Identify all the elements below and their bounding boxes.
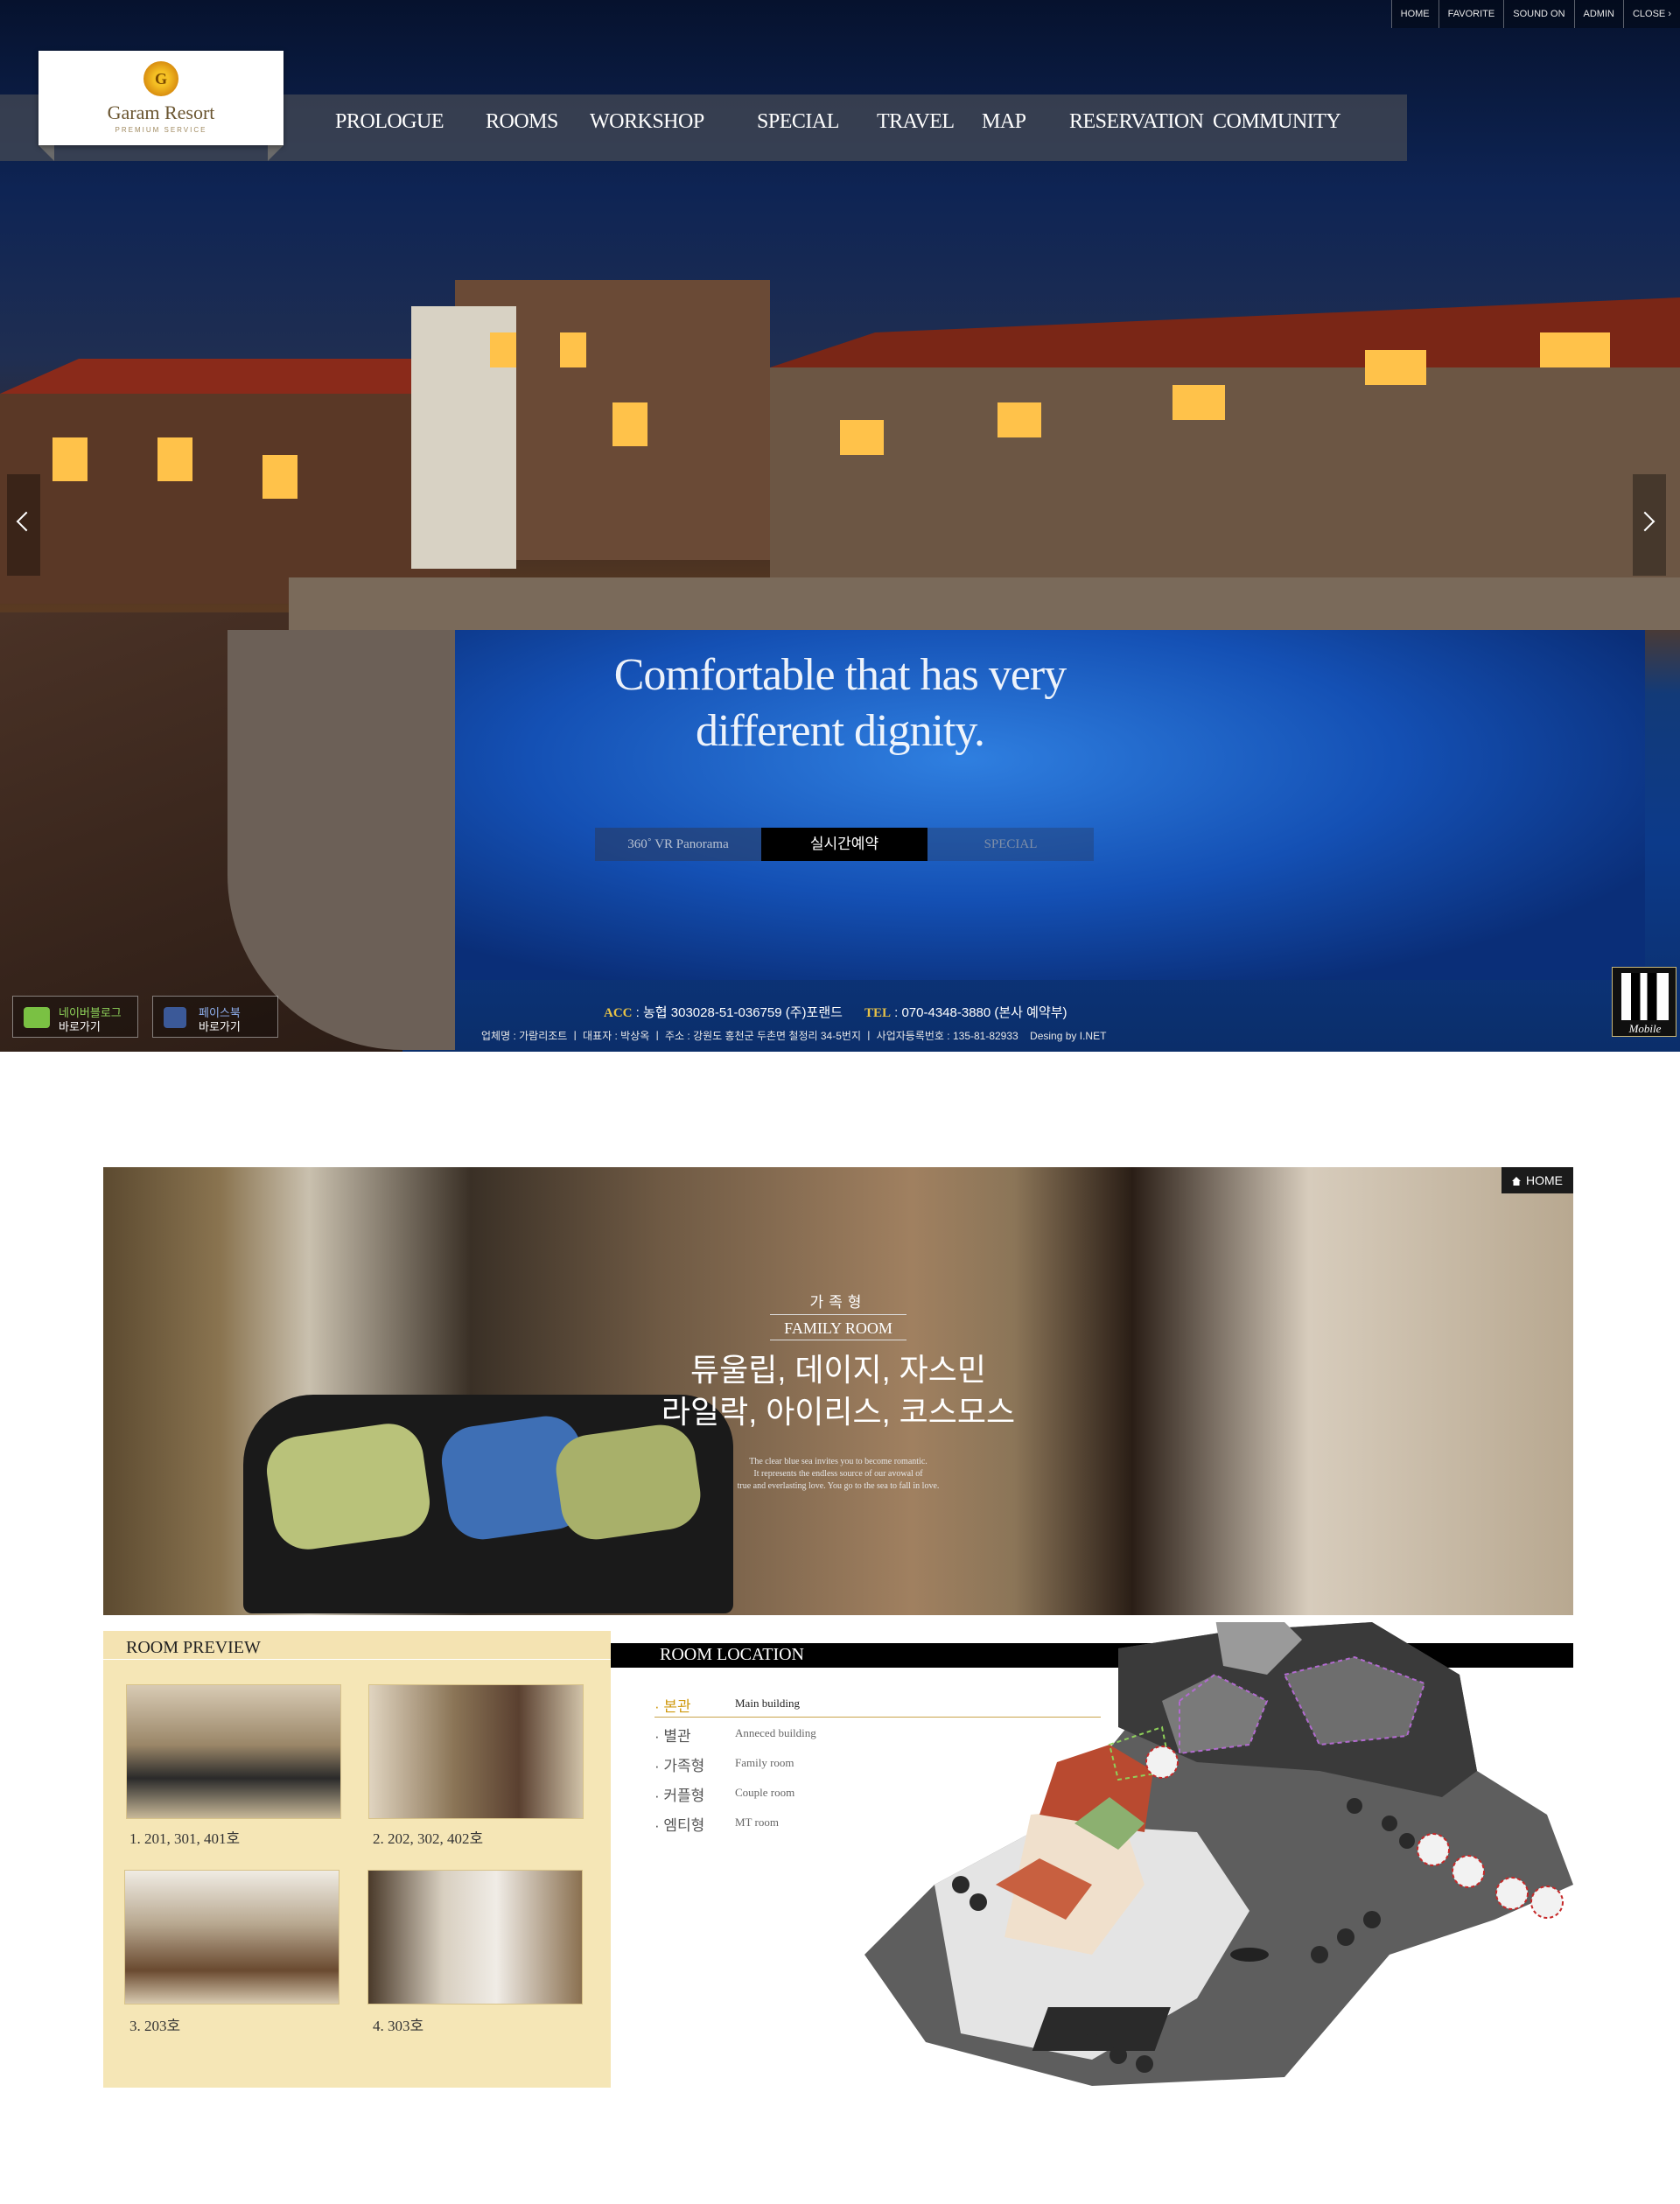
- room-kind-label: 가족형: [809, 1294, 867, 1311]
- nav-workshop[interactable]: WORKSHOP: [590, 110, 704, 134]
- logo-name: Garam Resort: [107, 101, 215, 123]
- slide-prev-button[interactable]: [7, 474, 40, 576]
- util-sound-toggle[interactable]: SOUND ON: [1503, 0, 1573, 28]
- location-item-en: Couple room: [735, 1786, 795, 1799]
- hero-buttons: 360˚ VR Panorama 실시간예약 SPECIAL: [595, 828, 1094, 861]
- qr-code-icon: [1621, 973, 1669, 1020]
- facebook-icon: [164, 1007, 186, 1028]
- sunflower-logo-icon: G: [144, 61, 178, 96]
- room-thumb-4[interactable]: [368, 1870, 583, 2005]
- company-info-text: 업체명 : 가람리조트 ㅣ 대표자 : 박상옥 ㅣ 주소 : 강원도 홍천군 두…: [481, 1030, 1018, 1042]
- util-home-link[interactable]: HOME: [1390, 0, 1438, 28]
- site-logo[interactable]: G Garam Resort PREMIUM SERVICE: [38, 51, 284, 145]
- facebook-go-label: 바로가기: [199, 1020, 241, 1033]
- blog-icon: [24, 1007, 50, 1028]
- nav-reservation[interactable]: RESERVATION: [1069, 110, 1204, 134]
- location-item-en: Family room: [735, 1756, 794, 1769]
- location-item-ko: · 별관: [654, 1728, 691, 1745]
- tel-label: TEL: [864, 1006, 891, 1020]
- special-button[interactable]: SPECIAL: [928, 828, 1094, 861]
- location-item-en: Main building: [735, 1697, 801, 1710]
- hero-headline: Comfortable that has very different dign…: [490, 647, 1190, 759]
- nav-map[interactable]: MAP: [982, 110, 1026, 134]
- location-item-en: MT room: [735, 1816, 779, 1829]
- room-type-label: FAMILY ROOM: [770, 1314, 906, 1340]
- room-preview-title: ROOM PREVIEW: [126, 1638, 261, 1657]
- room-preview-panel: ROOM PREVIEW 1. 201, 301, 401호 2. 202, 3…: [103, 1631, 611, 2088]
- qr-label: Mobile: [1628, 1022, 1662, 1035]
- room-thumb-1[interactable]: [126, 1684, 341, 1819]
- nav-special[interactable]: SPECIAL: [757, 110, 839, 134]
- chevron-right-icon: [1634, 511, 1656, 532]
- nav-travel[interactable]: TRAVEL: [877, 110, 955, 134]
- slide-next-button[interactable]: [1633, 474, 1666, 576]
- naver-blog-link[interactable]: 네이버블로그 바로가기: [12, 996, 138, 1038]
- room-preview-header: ROOM PREVIEW: [103, 1631, 611, 1659]
- logo-ribbon-left: [38, 145, 54, 161]
- location-item-ko: · 본관: [654, 1698, 691, 1715]
- hero-section: HOME FAVORITE SOUND ON ADMIN CLOSE › G G…: [0, 0, 1680, 1052]
- room-thumb-label-3: 3. 203호: [130, 2018, 181, 2034]
- hero-headline-line2: different dignity.: [695, 706, 985, 756]
- logo-ribbon-right: [268, 145, 284, 161]
- company-info: 업체명 : 가람리조트 ㅣ 대표자 : 박상옥 ㅣ 주소 : 강원도 홍천군 두…: [481, 1028, 1106, 1043]
- util-close-link[interactable]: CLOSE ›: [1622, 0, 1680, 28]
- room-content-section: HOME 가족형 FAMILY ROOM 튜울립, 데이지, 자스민 라일락, …: [103, 1167, 1573, 2088]
- home-button[interactable]: HOME: [1502, 1167, 1573, 1193]
- room-thumb-label-4: 4. 303호: [373, 2018, 424, 2034]
- location-item-ko: · 가족형: [654, 1758, 705, 1774]
- room-banner-image: HOME 가족형 FAMILY ROOM 튜울립, 데이지, 자스민 라일락, …: [103, 1167, 1573, 1615]
- vr-panorama-button[interactable]: 360˚ VR Panorama: [595, 828, 761, 861]
- home-label: HOME: [1526, 1173, 1563, 1187]
- nav-rooms[interactable]: ROOMS: [486, 110, 558, 134]
- logo-subtitle: PREMIUM SERVICE: [115, 126, 207, 134]
- home-icon: [1512, 1177, 1521, 1186]
- util-admin-link[interactable]: ADMIN: [1573, 0, 1623, 28]
- resort-buildings-image: [0, 280, 1680, 630]
- room-location-title: ROOM LOCATION: [660, 1645, 804, 1664]
- room-desc-line3: true and everlasting love. You go to the…: [737, 1481, 940, 1491]
- util-favorite-link[interactable]: FAVORITE: [1438, 0, 1504, 28]
- utility-nav: HOME FAVORITE SOUND ON ADMIN CLOSE ›: [1390, 0, 1680, 28]
- util-close-label: CLOSE: [1632, 9, 1666, 19]
- room-preview-grid: 1. 201, 301, 401호 2. 202, 302, 402호 3. 2…: [103, 1659, 611, 2088]
- logo-emblem-letter: G: [154, 70, 167, 87]
- room-desc-line2: It represents the endless source of our …: [753, 1469, 923, 1479]
- location-item-ko: · 엠티형: [654, 1817, 705, 1834]
- room-names: 튜울립, 데이지, 자스민 라일락, 아이리스, 코스모스: [541, 1349, 1136, 1433]
- hero-headline-line1: Comfortable that has very: [613, 650, 1068, 700]
- room-description: The clear blue sea invites you to become…: [663, 1456, 1013, 1493]
- acc-value: : 농협 303028-51-036759 (주)포랜드: [635, 1005, 843, 1020]
- realtime-reservation-button[interactable]: 실시간예약: [761, 828, 928, 861]
- tel-value: : 070-4348-3880 (본사 예약부): [894, 1005, 1068, 1020]
- location-item-en: Anneced building: [735, 1726, 816, 1739]
- designer-credit: Desing by I.NET: [1030, 1030, 1107, 1042]
- facebook-link[interactable]: 페이스북 바로가기: [152, 996, 278, 1038]
- room-thumb-label-2: 2. 202, 302, 402호: [373, 1830, 484, 1847]
- pillow-green: [262, 1419, 435, 1554]
- acc-label: ACC: [604, 1006, 633, 1020]
- close-chevron-icon: ›: [1668, 9, 1671, 19]
- chevron-left-icon: [16, 511, 37, 532]
- room-thumb-3[interactable]: [124, 1870, 340, 2005]
- contact-info: ACC : 농협 303028-51-036759 (주)포랜드 TEL : 0…: [604, 1003, 1068, 1021]
- room-names-line1: 튜울립, 데이지, 자스민: [690, 1352, 987, 1388]
- blog-go-label: 바로가기: [59, 1020, 101, 1033]
- room-thumb-label-1: 1. 201, 301, 401호: [130, 1830, 241, 1847]
- nav-community[interactable]: COMMUNITY: [1213, 110, 1341, 134]
- room-names-line2: 라일락, 아이리스, 코스모스: [661, 1394, 1016, 1430]
- nav-prologue[interactable]: PROLOGUE: [335, 110, 444, 134]
- location-item-ko: · 커플형: [654, 1788, 705, 1804]
- room-thumb-2[interactable]: [368, 1684, 584, 1819]
- room-desc-line1: The clear blue sea invites you to become…: [749, 1457, 928, 1466]
- resort-location-map: [864, 1622, 1573, 2086]
- mobile-qr-code[interactable]: Mobile: [1612, 967, 1676, 1037]
